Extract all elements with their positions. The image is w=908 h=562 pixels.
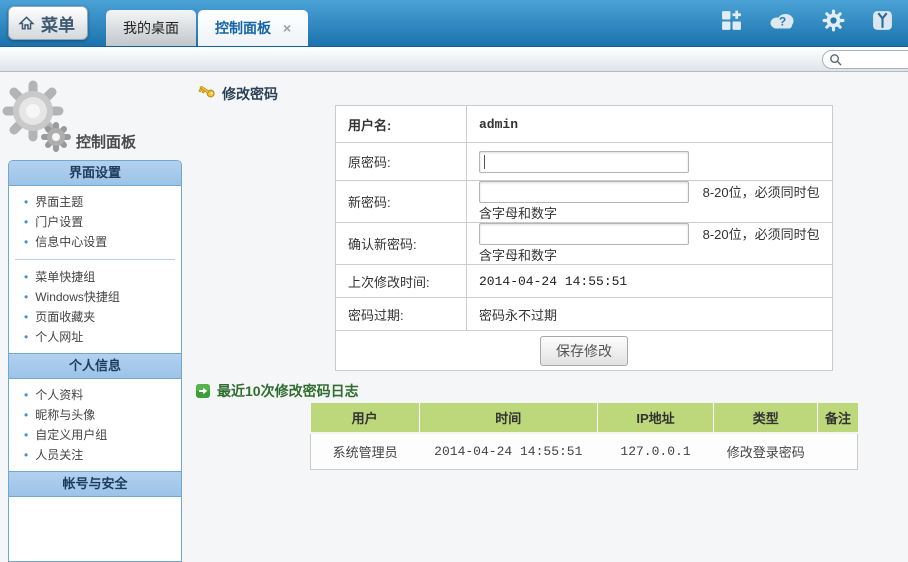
bullet-icon: • bbox=[24, 195, 28, 209]
password-section-label: 修改密码 bbox=[222, 84, 278, 104]
log-section-title: 最近10次修改密码日志 bbox=[196, 381, 359, 401]
confirm-password-row: 确认新密码: 8-20位，必须同时包含字母和数字 bbox=[336, 223, 833, 265]
key-icon bbox=[196, 86, 215, 102]
tab-control-panel[interactable]: 控制面板 × bbox=[198, 10, 308, 46]
sidebar-section-interface: 界面设置 bbox=[9, 161, 181, 186]
last-modified-value: 2014-04-24 14:55:51 bbox=[479, 274, 627, 289]
bullet-icon: • bbox=[24, 290, 28, 304]
menu-button-label: 菜单 bbox=[41, 11, 75, 36]
bullet-icon: • bbox=[24, 428, 28, 442]
password-form-table: 用户名: admin 原密码: 新密码: 8-20位，必须同时包含字母和数字 确… bbox=[335, 105, 833, 371]
log-cell-remark bbox=[818, 433, 858, 470]
sidebar-item-menu-shortcut[interactable]: •菜单快捷组 bbox=[9, 267, 181, 287]
username-value: admin bbox=[479, 117, 518, 132]
bullet-icon: • bbox=[24, 310, 28, 324]
sidebar-item-page-favorites[interactable]: •页面收藏夹 bbox=[9, 307, 181, 327]
password-section-title: 修改密码 bbox=[196, 84, 278, 104]
old-password-row: 原密码: bbox=[336, 143, 833, 181]
sidebar-item-personal-url[interactable]: •个人网址 bbox=[9, 327, 181, 347]
green-arrow-icon bbox=[196, 384, 210, 398]
bullet-icon: • bbox=[24, 330, 28, 344]
bullet-icon: • bbox=[24, 270, 28, 284]
tab-close-icon[interactable]: × bbox=[283, 21, 291, 35]
toolbar-strip bbox=[0, 47, 908, 72]
search-input[interactable] bbox=[846, 53, 902, 67]
text-caret bbox=[484, 155, 485, 169]
search-icon bbox=[829, 53, 842, 66]
sidebar-section-account-security: 帐号与安全 bbox=[9, 471, 181, 497]
sidebar-item-nickname-avatar[interactable]: •昵称与头像 bbox=[9, 405, 181, 425]
log-col-ip: IP地址 bbox=[597, 403, 713, 433]
old-password-input[interactable] bbox=[479, 151, 689, 173]
bullet-icon: • bbox=[24, 408, 28, 422]
log-table: 用户 时间 IP地址 类型 备注 系统管理员 2014-04-24 14:55:… bbox=[310, 403, 858, 470]
tab-bar: 我的桌面 控制面板 × bbox=[106, 10, 308, 46]
bullet-icon: • bbox=[24, 448, 28, 462]
sidebar-divider bbox=[15, 259, 175, 260]
topbar: 菜单 我的桌面 控制面板 × bbox=[0, 0, 908, 47]
sidebar-item-custom-group[interactable]: •自定义用户组 bbox=[9, 425, 181, 445]
new-password-row: 新密码: 8-20位，必须同时包含字母和数字 bbox=[336, 181, 833, 223]
log-cell-time: 2014-04-24 14:55:51 bbox=[419, 433, 597, 470]
save-button[interactable]: 保存修改 bbox=[540, 336, 628, 366]
log-col-type: 类型 bbox=[714, 403, 818, 433]
username-label: 用户名: bbox=[336, 106, 467, 143]
help-cloud-icon[interactable]: ? bbox=[769, 10, 796, 36]
log-col-user: 用户 bbox=[311, 403, 420, 433]
last-modified-row: 上次修改时间: 2014-04-24 14:55:51 bbox=[336, 265, 833, 298]
username-row: 用户名: admin bbox=[336, 106, 833, 143]
sidebar-item-profile[interactable]: •个人资料 bbox=[9, 385, 181, 405]
sidebar-item-follow[interactable]: •人员关注 bbox=[9, 445, 181, 465]
password-expire-row: 密码过期: 密码永不过期 bbox=[336, 298, 833, 331]
new-password-input[interactable] bbox=[479, 181, 689, 203]
log-cell-user: 系统管理员 bbox=[311, 433, 420, 470]
search-box[interactable] bbox=[822, 50, 908, 69]
sidebar-item-windows-shortcut[interactable]: •Windows快捷组 bbox=[9, 287, 181, 307]
bullet-icon: • bbox=[24, 215, 28, 229]
sidebar-item-infocenter[interactable]: •信息中心设置 bbox=[9, 232, 181, 252]
topbar-icon-row: ? bbox=[720, 0, 894, 46]
log-cell-type: 修改登录密码 bbox=[714, 433, 818, 470]
password-expire-value: 密码永不过期 bbox=[467, 298, 833, 331]
password-expire-label: 密码过期: bbox=[336, 298, 467, 331]
sidebar-item-theme[interactable]: •界面主题 bbox=[9, 192, 181, 212]
log-col-remark: 备注 bbox=[818, 403, 858, 433]
home-icon bbox=[18, 15, 35, 32]
svg-text:?: ? bbox=[779, 15, 786, 29]
bullet-icon: • bbox=[24, 235, 28, 249]
settings-gear-icon[interactable] bbox=[822, 9, 845, 37]
sidebar-title: 控制面板 bbox=[76, 131, 136, 152]
save-row: 保存修改 bbox=[336, 331, 833, 371]
gears-icon bbox=[2, 80, 78, 161]
skin-icon[interactable] bbox=[871, 9, 894, 37]
log-header-row: 用户 时间 IP地址 类型 备注 bbox=[311, 403, 858, 433]
sidebar-panel: 界面设置 •界面主题 •门户设置 •信息中心设置 •菜单快捷组 •Windows… bbox=[8, 160, 182, 562]
apps-add-icon[interactable] bbox=[720, 9, 743, 37]
confirm-password-input[interactable] bbox=[479, 223, 689, 245]
tab-my-desktop[interactable]: 我的桌面 bbox=[106, 10, 196, 46]
sidebar-item-portal[interactable]: •门户设置 bbox=[9, 212, 181, 232]
log-cell-ip: 127.0.0.1 bbox=[597, 433, 713, 470]
confirm-password-label: 确认新密码: bbox=[336, 223, 467, 265]
bullet-icon: • bbox=[24, 388, 28, 402]
new-password-label: 新密码: bbox=[336, 181, 467, 223]
log-data-row: 系统管理员 2014-04-24 14:55:51 127.0.0.1 修改登录… bbox=[311, 433, 858, 470]
log-section-label: 最近10次修改密码日志 bbox=[217, 381, 359, 401]
menu-button[interactable]: 菜单 bbox=[8, 6, 88, 40]
tab-label: 我的桌面 bbox=[123, 10, 179, 46]
log-col-time: 时间 bbox=[419, 403, 597, 433]
tab-label: 控制面板 bbox=[215, 10, 271, 46]
sidebar-section-personal: 个人信息 bbox=[9, 353, 181, 379]
last-modified-label: 上次修改时间: bbox=[336, 265, 467, 298]
old-password-label: 原密码: bbox=[336, 143, 467, 181]
